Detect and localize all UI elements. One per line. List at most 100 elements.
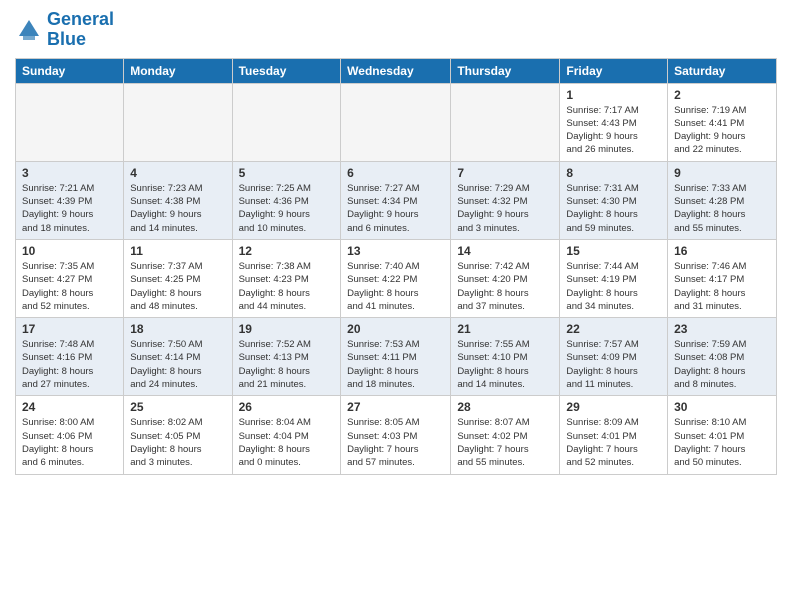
day-info: Sunrise: 7:40 AM Sunset: 4:22 PM Dayligh… [347,260,444,313]
day-number: 18 [130,322,225,336]
day-number: 29 [566,400,661,414]
day-info: Sunrise: 7:59 AM Sunset: 4:08 PM Dayligh… [674,338,770,391]
calendar-cell [341,83,451,161]
day-info: Sunrise: 8:09 AM Sunset: 4:01 PM Dayligh… [566,416,661,469]
col-header-tuesday: Tuesday [232,58,341,83]
calendar-cell [451,83,560,161]
calendar-cell: 2Sunrise: 7:19 AM Sunset: 4:41 PM Daylig… [668,83,777,161]
day-number: 10 [22,244,117,258]
calendar-cell: 25 Sunrise: 8:02 AM Sunset: 4:05 PM Dayli… [124,396,232,474]
day-info: Sunrise: 7:37 AM Sunset: 4:25 PM Dayligh… [130,260,225,313]
calendar-cell: 20 Sunrise: 7:53 AM Sunset: 4:11 PM Dayli… [341,318,451,396]
calendar-cell: 17 Sunrise: 7:48 AM Sunset: 4:16 PM Dayli… [16,318,124,396]
day-number: 22 [566,322,661,336]
day-number: 1 [566,88,661,102]
day-number: 17 [22,322,117,336]
day-info: Sunrise: 7:55 AM Sunset: 4:10 PM Dayligh… [457,338,553,391]
calendar-cell: 22 Sunrise: 7:57 AM Sunset: 4:09 PM Dayli… [560,318,668,396]
day-info: Sunrise: 7:35 AM Sunset: 4:27 PM Dayligh… [22,260,117,313]
page-container: General Blue SundayMondayTuesdayWednesda… [0,0,792,485]
col-header-thursday: Thursday [451,58,560,83]
calendar-cell: 6 Sunrise: 7:27 AM Sunset: 4:34 PM Daylig… [341,161,451,239]
logo-text: General Blue [47,10,114,50]
day-number: 21 [457,322,553,336]
day-info: Sunrise: 7:29 AM Sunset: 4:32 PM Dayligh… [457,182,553,235]
day-info: Sunrise: 8:05 AM Sunset: 4:03 PM Dayligh… [347,416,444,469]
day-info: Sunrise: 8:04 AM Sunset: 4:04 PM Dayligh… [239,416,335,469]
calendar-week-5: 24 Sunrise: 8:00 AM Sunset: 4:06 PM Dayli… [16,396,777,474]
day-number: 25 [130,400,225,414]
day-number: 16 [674,244,770,258]
day-number: 6 [347,166,444,180]
calendar-cell: 5 Sunrise: 7:25 AM Sunset: 4:36 PM Daylig… [232,161,341,239]
day-info: Sunrise: 7:27 AM Sunset: 4:34 PM Dayligh… [347,182,444,235]
day-info: Sunrise: 7:21 AM Sunset: 4:39 PM Dayligh… [22,182,117,235]
day-info: Sunrise: 7:38 AM Sunset: 4:23 PM Dayligh… [239,260,335,313]
col-header-monday: Monday [124,58,232,83]
calendar-cell: 18 Sunrise: 7:50 AM Sunset: 4:14 PM Dayli… [124,318,232,396]
calendar-cell [124,83,232,161]
calendar-week-3: 10 Sunrise: 7:35 AM Sunset: 4:27 PM Dayli… [16,239,777,317]
calendar-cell: 23 Sunrise: 7:59 AM Sunset: 4:08 PM Dayli… [668,318,777,396]
day-number: 9 [674,166,770,180]
day-number: 5 [239,166,335,180]
calendar-cell: 4 Sunrise: 7:23 AM Sunset: 4:38 PM Daylig… [124,161,232,239]
calendar-cell: 14 Sunrise: 7:42 AM Sunset: 4:20 PM Dayli… [451,239,560,317]
calendar-header-row: SundayMondayTuesdayWednesdayThursdayFrid… [16,58,777,83]
calendar-cell: 9 Sunrise: 7:33 AM Sunset: 4:28 PM Daylig… [668,161,777,239]
calendar-cell: 13 Sunrise: 7:40 AM Sunset: 4:22 PM Dayli… [341,239,451,317]
day-info: Sunrise: 7:25 AM Sunset: 4:36 PM Dayligh… [239,182,335,235]
day-number: 30 [674,400,770,414]
col-header-friday: Friday [560,58,668,83]
day-number: 20 [347,322,444,336]
day-number: 14 [457,244,553,258]
day-number: 15 [566,244,661,258]
calendar-cell: 24 Sunrise: 8:00 AM Sunset: 4:06 PM Dayli… [16,396,124,474]
calendar-cell: 27 Sunrise: 8:05 AM Sunset: 4:03 PM Dayli… [341,396,451,474]
day-info: Sunrise: 7:33 AM Sunset: 4:28 PM Dayligh… [674,182,770,235]
calendar-cell: 26 Sunrise: 8:04 AM Sunset: 4:04 PM Dayli… [232,396,341,474]
day-info: Sunrise: 7:53 AM Sunset: 4:11 PM Dayligh… [347,338,444,391]
col-header-saturday: Saturday [668,58,777,83]
day-number: 24 [22,400,117,414]
calendar-cell [232,83,341,161]
col-header-wednesday: Wednesday [341,58,451,83]
day-info: Sunrise: 8:07 AM Sunset: 4:02 PM Dayligh… [457,416,553,469]
day-info: Sunrise: 7:46 AM Sunset: 4:17 PM Dayligh… [674,260,770,313]
day-number: 27 [347,400,444,414]
calendar-cell: 11 Sunrise: 7:37 AM Sunset: 4:25 PM Dayli… [124,239,232,317]
calendar-cell: 7Sunrise: 7:29 AM Sunset: 4:32 PM Daylig… [451,161,560,239]
day-info: Sunrise: 8:00 AM Sunset: 4:06 PM Dayligh… [22,416,117,469]
calendar-cell: 12 Sunrise: 7:38 AM Sunset: 4:23 PM Dayli… [232,239,341,317]
day-info: Sunrise: 7:50 AM Sunset: 4:14 PM Dayligh… [130,338,225,391]
day-info: Sunrise: 7:23 AM Sunset: 4:38 PM Dayligh… [130,182,225,235]
day-number: 28 [457,400,553,414]
calendar-cell: 28 Sunrise: 8:07 AM Sunset: 4:02 PM Dayli… [451,396,560,474]
logo-icon [15,16,43,44]
day-info: Sunrise: 7:52 AM Sunset: 4:13 PM Dayligh… [239,338,335,391]
day-number: 23 [674,322,770,336]
day-number: 3 [22,166,117,180]
calendar-cell: 10 Sunrise: 7:35 AM Sunset: 4:27 PM Dayli… [16,239,124,317]
day-info: Sunrise: 7:48 AM Sunset: 4:16 PM Dayligh… [22,338,117,391]
day-number: 13 [347,244,444,258]
day-number: 4 [130,166,225,180]
calendar-week-1: 1Sunrise: 7:17 AM Sunset: 4:43 PM Daylig… [16,83,777,161]
calendar-cell [16,83,124,161]
day-info: Sunrise: 7:42 AM Sunset: 4:20 PM Dayligh… [457,260,553,313]
day-number: 8 [566,166,661,180]
calendar-table: SundayMondayTuesdayWednesdayThursdayFrid… [15,58,777,475]
calendar-week-4: 17 Sunrise: 7:48 AM Sunset: 4:16 PM Dayli… [16,318,777,396]
day-info: Sunrise: 7:57 AM Sunset: 4:09 PM Dayligh… [566,338,661,391]
calendar-cell: 15Sunrise: 7:44 AM Sunset: 4:19 PM Dayli… [560,239,668,317]
calendar-cell: 30Sunrise: 8:10 AM Sunset: 4:01 PM Dayli… [668,396,777,474]
day-number: 26 [239,400,335,414]
day-number: 11 [130,244,225,258]
calendar-cell: 19Sunrise: 7:52 AM Sunset: 4:13 PM Dayli… [232,318,341,396]
day-number: 12 [239,244,335,258]
calendar-cell: 16 Sunrise: 7:46 AM Sunset: 4:17 PM Dayli… [668,239,777,317]
calendar-cell: 8 Sunrise: 7:31 AM Sunset: 4:30 PM Daylig… [560,161,668,239]
day-info: Sunrise: 7:31 AM Sunset: 4:30 PM Dayligh… [566,182,661,235]
day-info: Sunrise: 8:02 AM Sunset: 4:05 PM Dayligh… [130,416,225,469]
col-header-sunday: Sunday [16,58,124,83]
